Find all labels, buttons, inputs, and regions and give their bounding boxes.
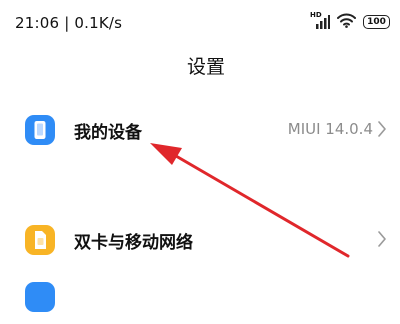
sim-card-icon [25,225,55,255]
settings-item-label: 我的设备 [74,123,142,143]
settings-item-dual-sim[interactable]: 双卡与移动网络 [0,214,400,264]
status-time-speed: 21:06 | 0.1K/s [15,14,123,32]
settings-item-my-device[interactable]: 我的设备 MIUI 14.0.4 [0,104,400,154]
wifi-icon [337,13,356,32]
status-bar: 21:06 | 0.1K/s HD 100 [0,0,400,44]
chevron-right-icon [378,121,386,137]
settings-item-next[interactable] [0,274,400,324]
partial-icon [25,282,55,312]
settings-item-value: MIUI 14.0.4 [287,120,373,138]
battery-icon: 100 [363,15,390,29]
phone-icon [25,115,55,145]
page-title: 设置 [186,56,225,78]
settings-item-label: 双卡与移动网络 [74,233,193,253]
signal-icon: HD [310,11,330,30]
status-icons: HD 100 [310,11,390,32]
chevron-right-icon [378,231,386,247]
battery-level: 100 [367,17,386,27]
